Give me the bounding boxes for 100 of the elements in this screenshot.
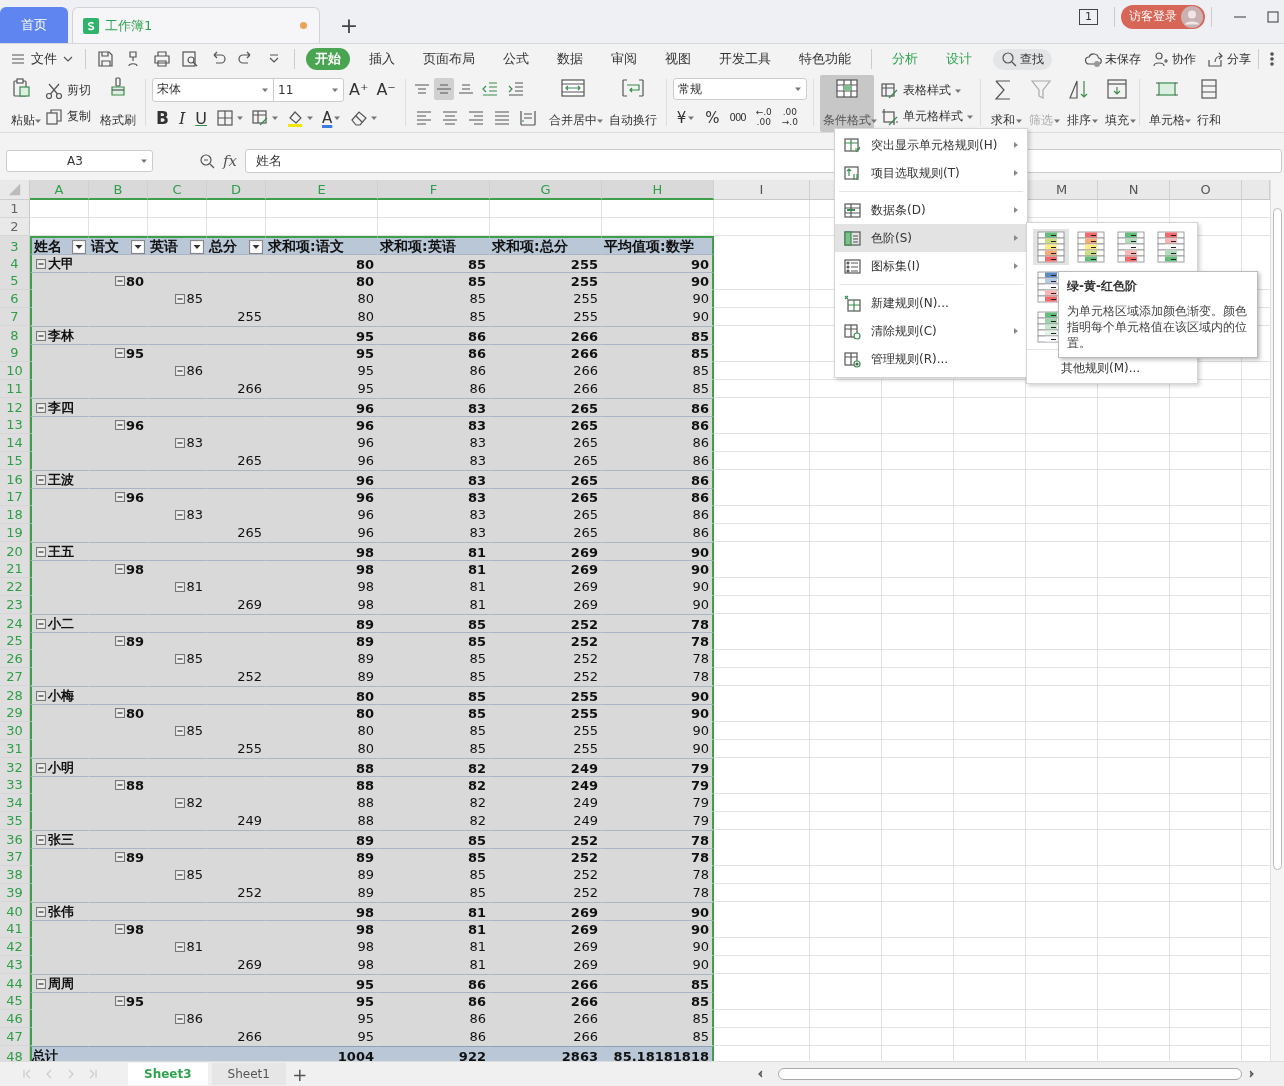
collapse-icon[interactable] xyxy=(114,996,125,1006)
filter-dropdown-icon[interactable] xyxy=(72,240,86,254)
collapse-icon[interactable] xyxy=(175,1013,186,1024)
row-header[interactable]: 42 xyxy=(0,938,30,956)
row-header[interactable]: 33 xyxy=(0,776,30,794)
collapse-icon[interactable] xyxy=(114,348,125,358)
row-header[interactable]: 29 xyxy=(0,704,30,722)
row-header[interactable]: 16 xyxy=(0,470,30,490)
ribbon-tab[interactable]: 视图 xyxy=(656,48,700,70)
collapse-icon[interactable] xyxy=(175,797,186,808)
color-scale-option[interactable] xyxy=(1033,229,1069,265)
align-middle-button[interactable] xyxy=(433,78,454,101)
row-header[interactable]: 5 xyxy=(0,272,30,290)
vertical-scrollbar[interactable] xyxy=(1270,180,1284,1061)
insert-function-button[interactable]: fx xyxy=(223,152,237,170)
ribbon-tab[interactable]: 插入 xyxy=(360,48,404,70)
column-header[interactable]: B xyxy=(89,180,148,200)
decrease-decimal-button[interactable]: .00 →.0 xyxy=(777,106,802,129)
home-tab[interactable]: 首页 xyxy=(0,7,68,43)
collapse-icon[interactable] xyxy=(36,475,46,485)
collapse-icon[interactable] xyxy=(175,581,186,592)
collapse-icon[interactable] xyxy=(36,907,46,917)
row-header[interactable]: 44 xyxy=(0,974,30,994)
increase-decimal-button[interactable]: ←.0 .00 xyxy=(751,106,776,129)
collapse-icon[interactable] xyxy=(36,763,46,773)
column-header[interactable]: N xyxy=(1098,180,1170,200)
column-header[interactable]: C xyxy=(148,180,207,200)
cut-button[interactable]: 剪切 xyxy=(44,78,91,103)
italic-button[interactable]: I xyxy=(174,107,190,130)
sheet-tab[interactable]: Sheet3 xyxy=(128,1063,208,1085)
percent-button[interactable]: % xyxy=(701,106,724,129)
fill-button[interactable]: 填充 xyxy=(1100,75,1133,132)
collapse-icon[interactable] xyxy=(114,276,125,286)
filter-dropdown-icon[interactable] xyxy=(249,240,263,254)
collaborate-button[interactable]: 协作 xyxy=(1151,50,1196,68)
row-header[interactable]: 31 xyxy=(0,740,30,758)
collapse-icon[interactable] xyxy=(175,509,186,520)
row-header[interactable]: 23 xyxy=(0,596,30,614)
merge-center-button[interactable]: 合并居中 xyxy=(545,75,600,132)
row-header[interactable]: 2 xyxy=(0,218,30,236)
document-tab[interactable]: 工作簿1 xyxy=(72,7,320,43)
collapse-icon[interactable] xyxy=(114,924,125,934)
cell-button[interactable]: 单元格 xyxy=(1145,75,1188,132)
maximize-icon[interactable] xyxy=(1266,9,1280,24)
row-header[interactable]: 22 xyxy=(0,578,30,596)
row-header[interactable]: 39 xyxy=(0,884,30,902)
bold-button[interactable]: B xyxy=(152,107,173,130)
sheet-tab[interactable]: Sheet1 xyxy=(211,1063,286,1085)
row-header[interactable]: 15 xyxy=(0,452,30,470)
row-header[interactable]: 38 xyxy=(0,866,30,884)
menu-item[interactable]: 清除规则(C) xyxy=(835,317,1027,345)
column-header[interactable]: D xyxy=(207,180,266,200)
print-preview-icon[interactable] xyxy=(180,49,200,69)
cell-style-button[interactable]: 单元格样式 xyxy=(879,104,974,129)
row-header[interactable]: 12 xyxy=(0,398,30,418)
row-header[interactable]: 35 xyxy=(0,812,30,830)
collapse-icon[interactable] xyxy=(36,619,46,629)
column-header[interactable]: F xyxy=(378,180,490,200)
collapse-icon[interactable] xyxy=(36,331,46,341)
more-icon[interactable] xyxy=(1269,51,1275,67)
row-header[interactable]: 27 xyxy=(0,668,30,686)
row-header[interactable]: 21 xyxy=(0,560,30,578)
guest-login-button[interactable]: 访客登录 xyxy=(1121,4,1205,29)
row-header[interactable]: 45 xyxy=(0,992,30,1010)
collapse-icon[interactable] xyxy=(175,437,186,448)
row-header[interactable]: 28 xyxy=(0,686,30,706)
collapse-icon[interactable] xyxy=(36,547,46,557)
collapse-icon[interactable] xyxy=(114,492,125,502)
column-header[interactable]: E xyxy=(266,180,378,200)
collapse-icon[interactable] xyxy=(114,780,125,790)
row-header[interactable]: 8 xyxy=(0,326,30,346)
row-header[interactable]: 30 xyxy=(0,722,30,740)
ribbon-tab[interactable]: 分析 xyxy=(883,48,927,70)
row-header[interactable]: 17 xyxy=(0,488,30,506)
collapse-icon[interactable] xyxy=(114,564,125,574)
collapse-icon[interactable] xyxy=(114,708,125,718)
collapse-icon[interactable] xyxy=(175,941,186,952)
column-header[interactable]: H xyxy=(602,180,714,200)
ribbon-tab[interactable]: 公式 xyxy=(494,48,538,70)
share-button[interactable]: 分享 xyxy=(1206,50,1251,68)
add-sheet-button[interactable]: + xyxy=(285,1063,314,1085)
copy-button[interactable]: 复制 xyxy=(44,104,91,129)
row-header[interactable]: 48 xyxy=(0,1046,30,1061)
increase-font-size-button[interactable]: A⁺ xyxy=(346,78,372,101)
name-box[interactable]: A3 xyxy=(6,150,153,172)
sort-button[interactable]: 排序 xyxy=(1062,75,1095,132)
collapse-icon[interactable] xyxy=(175,365,186,376)
ribbon-tab[interactable]: 开始 xyxy=(306,48,350,70)
collapse-icon[interactable] xyxy=(175,869,186,880)
ribbon-tab[interactable]: 页面布局 xyxy=(414,48,484,70)
new-tab-button[interactable]: + xyxy=(326,7,372,43)
ribbon-tab[interactable]: 特色功能 xyxy=(790,48,860,70)
row-header[interactable]: 13 xyxy=(0,416,30,434)
window-count-button[interactable]: 1 xyxy=(1079,8,1098,25)
row-header[interactable]: 19 xyxy=(0,524,30,542)
currency-button[interactable]: ¥ xyxy=(672,106,700,129)
row-header[interactable]: 37 xyxy=(0,848,30,866)
ribbon-tab[interactable]: 开发工具 xyxy=(710,48,780,70)
row-header[interactable]: 47 xyxy=(0,1028,30,1046)
print-icon[interactable] xyxy=(152,49,172,69)
